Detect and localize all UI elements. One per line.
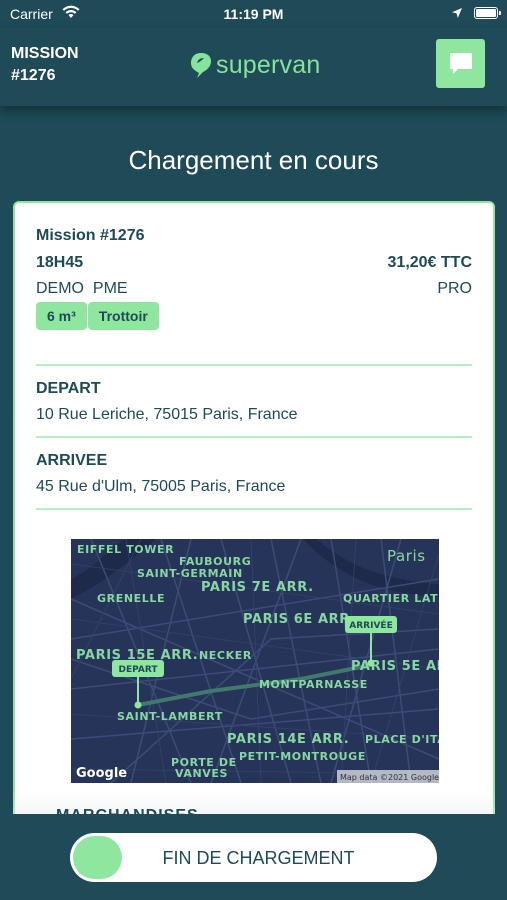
mission-title: MISSION #1276: [11, 45, 79, 84]
volume-tag: 6 m³: [36, 302, 87, 330]
mission-id: Mission #1276: [36, 227, 145, 244]
map-label: VANVES: [175, 767, 228, 780]
client-type: PRO: [437, 280, 472, 297]
status-bar: Carrier 11:19 PM: [0, 0, 507, 28]
route-map[interactable]: EIFFEL TOWER FAUBOURG SAINT-GERMAIN Pari…: [71, 539, 439, 783]
map-label: PLACE D'ITA: [365, 733, 439, 746]
map-label: PARIS 6E ARR.: [243, 612, 356, 627]
navigation-bar: MISSION #1276 supervan: [0, 28, 507, 106]
map-label: PARIS 14E ARR.: [227, 732, 349, 747]
mission-price: 31,20€ TTC: [387, 254, 472, 271]
map-label: Paris: [387, 547, 426, 565]
page-heading: Chargement en cours: [128, 145, 379, 175]
arrivee-label: ARRIVEE: [36, 452, 108, 469]
mission-card: Mission #1276 18H45 31,20€ TTC DEMO PME …: [13, 201, 495, 841]
map-copyright: Map data ©2021 Google: [340, 773, 439, 782]
divider: [36, 436, 472, 438]
divider: [36, 364, 472, 366]
location-arrow-icon: [452, 8, 462, 18]
divider: [36, 508, 472, 510]
map-label: PARIS 7E ARR.: [201, 580, 314, 595]
depart-pin-label: DEPART: [118, 665, 158, 675]
arrivee-pin-label: ARRIVÉE: [349, 619, 392, 631]
map-label: SAINT-LAMBERT: [117, 710, 223, 723]
map-label: EIFFEL TOWER: [77, 543, 174, 556]
depart-label: DEPART: [36, 380, 101, 397]
tag-list: 6 m³ Trottoir: [36, 302, 159, 330]
map-label: QUARTIER LATIN: [343, 592, 439, 605]
access-tag: Trottoir: [87, 302, 159, 330]
mission-time: 18H45: [36, 254, 84, 271]
client-name: DEMO PME: [36, 280, 128, 297]
time-price-row: 18H45 31,20€ TTC: [36, 254, 472, 272]
map-label: PETIT-MONTROUGE: [239, 750, 366, 763]
chat-bubble-icon: [449, 52, 472, 74]
leaf-icon: [191, 53, 211, 78]
battery-icon: [474, 7, 501, 19]
map-label: MONTPARNASSE: [259, 678, 368, 691]
google-logo: Google: [76, 766, 127, 781]
slider-label: FIN DE CHARGEMENT: [162, 848, 355, 868]
bottom-action-bar: FIN DE CHARGEMENT: [0, 814, 507, 900]
depart-address: 10 Rue Leriche, 75015 Paris, France: [36, 406, 298, 423]
map-label: GRENELLE: [97, 592, 165, 605]
end-loading-slider[interactable]: FIN DE CHARGEMENT: [70, 833, 437, 882]
supervan-logo: supervan: [189, 50, 320, 80]
map-label: NECKER: [199, 649, 252, 662]
brand-name: supervan: [216, 50, 321, 79]
arrivee-address: 45 Rue d'Ulm, 75005 Paris, France: [36, 478, 286, 495]
client-row: DEMO PME PRO: [36, 280, 472, 298]
map-label: PARIS 5E AR: [351, 659, 439, 674]
map-label: SAINT-GERMAIN: [137, 567, 243, 580]
chat-button[interactable]: [436, 39, 485, 88]
clock: 11:19 PM: [223, 6, 284, 22]
